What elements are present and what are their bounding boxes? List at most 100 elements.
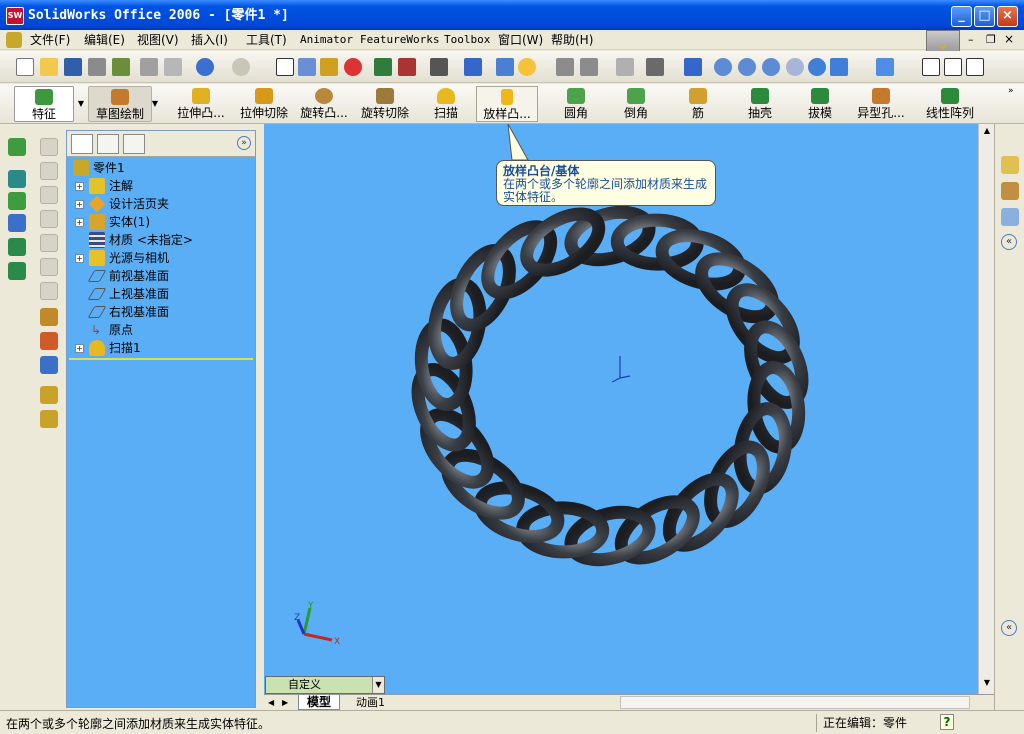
- traffic-light-icon[interactable]: [344, 58, 362, 76]
- tree-item-top-plane[interactable]: 上视基准面: [75, 285, 253, 303]
- shell-button[interactable]: 抽壳: [740, 86, 780, 122]
- print-icon[interactable]: [88, 58, 106, 76]
- options-icon[interactable]: [112, 58, 130, 76]
- sketch-mode-icon[interactable]: [8, 138, 26, 156]
- expand-pane-icon[interactable]: «: [1001, 620, 1017, 636]
- propertymanager-tab-icon[interactable]: [97, 134, 119, 154]
- tree-item-origin[interactable]: ↳ 原点: [75, 321, 253, 339]
- zoom-in-out-icon[interactable]: [762, 58, 780, 76]
- instant3d-icon[interactable]: [430, 58, 448, 76]
- maximize-button[interactable]: □: [974, 6, 995, 27]
- collapse-icon[interactable]: «: [1001, 234, 1017, 250]
- open-folder-icon[interactable]: [40, 58, 58, 76]
- design-library-icon[interactable]: [1001, 182, 1019, 200]
- new-document-icon[interactable]: [16, 58, 34, 76]
- brick-icon[interactable]: [398, 58, 416, 76]
- doc-restore-button[interactable]: ❐: [986, 33, 996, 46]
- configurationmanager-tab-icon[interactable]: [123, 134, 145, 154]
- plane-icon[interactable]: [40, 234, 58, 252]
- zoom-fit-icon[interactable]: [714, 58, 732, 76]
- pan-icon[interactable]: [830, 58, 848, 76]
- rotate-icon[interactable]: [808, 58, 826, 76]
- plane-icon[interactable]: [40, 258, 58, 276]
- help-icon[interactable]: ?: [940, 714, 954, 730]
- home-icon[interactable]: [1001, 156, 1019, 174]
- close-button[interactable]: ×: [997, 6, 1018, 27]
- document-icon[interactable]: [6, 32, 22, 48]
- featuremanager-tab-icon[interactable]: [71, 134, 93, 154]
- grid-icon[interactable]: [374, 58, 392, 76]
- file-explorer-icon[interactable]: [1001, 208, 1019, 226]
- menu-window[interactable]: 窗口(W): [494, 32, 547, 48]
- horizontal-scrollbar[interactable]: [620, 696, 970, 709]
- solidworks-app-icon[interactable]: SW: [6, 7, 24, 25]
- save-icon[interactable]: [64, 58, 82, 76]
- lofted-boss-button[interactable]: 放样凸...: [476, 86, 538, 122]
- reference-point-icon[interactable]: [40, 356, 58, 374]
- tab-features[interactable]: 特征: [14, 86, 74, 122]
- fillet-button[interactable]: 圆角: [556, 86, 596, 122]
- expand-icon[interactable]: +: [75, 254, 84, 263]
- minimize-button[interactable]: _: [951, 6, 972, 27]
- edit-sketch-icon[interactable]: [40, 308, 58, 326]
- plane-icon[interactable]: [40, 210, 58, 228]
- wireframe-icon[interactable]: [966, 58, 984, 76]
- tree-item-design-binder[interactable]: + 设计活页夹: [75, 195, 253, 213]
- rebuild-icon[interactable]: [320, 58, 338, 76]
- rectangle-icon[interactable]: [8, 170, 26, 188]
- sweep-button[interactable]: 扫描: [428, 86, 464, 122]
- tree-item-lights-cameras[interactable]: + 光源与相机: [75, 249, 253, 267]
- zoom-selection-icon[interactable]: [786, 58, 804, 76]
- offset-entities-icon[interactable]: [40, 410, 58, 428]
- extruded-boss-button[interactable]: 拉伸凸...: [172, 86, 230, 122]
- zoom-area-icon[interactable]: [738, 58, 756, 76]
- hidden-lines-icon[interactable]: [944, 58, 962, 76]
- tab-scroll-left-icon[interactable]: ◀: [268, 696, 280, 709]
- select-other-icon[interactable]: [298, 58, 316, 76]
- select-arrow-icon[interactable]: [276, 58, 294, 76]
- add-relation-icon[interactable]: [40, 332, 58, 350]
- chamfer-button[interactable]: 倒角: [616, 86, 656, 122]
- tab-sketch[interactable]: 草图绘制: [88, 86, 152, 122]
- collapse-icon[interactable]: »: [237, 136, 251, 150]
- draft-button[interactable]: 拔模: [802, 86, 838, 122]
- screen-capture-icon[interactable]: [556, 58, 574, 76]
- tab-scroll-right-icon[interactable]: ▶: [282, 696, 294, 709]
- menu-animator[interactable]: Animator: [296, 32, 357, 48]
- linear-pattern-button[interactable]: 线性阵列: [922, 86, 978, 122]
- expand-icon[interactable]: [616, 58, 634, 76]
- menu-toolbox[interactable]: Toolbox: [440, 32, 494, 48]
- hole-wizard-button[interactable]: 异型孔...: [852, 86, 910, 122]
- menu-file[interactable]: 文件(F): [26, 32, 74, 48]
- extruded-cut-button[interactable]: 拉伸切除: [236, 86, 292, 122]
- curve-icon[interactable]: [8, 238, 26, 256]
- helix-icon[interactable]: [8, 262, 26, 280]
- check-icon[interactable]: [646, 58, 664, 76]
- plane-icon[interactable]: [40, 186, 58, 204]
- rib-button[interactable]: 筋: [682, 86, 714, 122]
- help-icon[interactable]: [518, 58, 536, 76]
- expand-icon[interactable]: +: [75, 218, 84, 227]
- tree-item-material[interactable]: 材质 <未指定>: [75, 231, 253, 249]
- line-icon[interactable]: [8, 192, 26, 210]
- chevron-down-icon[interactable]: ▼: [150, 86, 160, 122]
- doc-close-button[interactable]: ×: [1004, 32, 1014, 46]
- scroll-up-icon[interactable]: ▲: [981, 126, 993, 138]
- tree-item-annotations[interactable]: + 注解: [75, 177, 253, 195]
- rollback-bar[interactable]: [69, 358, 253, 360]
- video-capture-icon[interactable]: [580, 58, 598, 76]
- tab-model[interactable]: 模型: [298, 695, 341, 710]
- magnify-icon[interactable]: [164, 58, 182, 76]
- menu-featureworks[interactable]: FeatureWorks: [356, 32, 443, 48]
- undo-icon[interactable]: [196, 58, 214, 76]
- menu-view[interactable]: 视图(V): [133, 32, 183, 48]
- doc-minimize-button[interactable]: –: [968, 33, 974, 46]
- measure-icon[interactable]: [464, 58, 482, 76]
- chevron-down-icon[interactable]: ▼: [76, 86, 86, 122]
- plane-icon[interactable]: [40, 282, 58, 300]
- plane-icon[interactable]: [40, 138, 58, 156]
- menu-edit[interactable]: 编辑(E): [80, 32, 129, 48]
- shaded-view-icon[interactable]: [922, 58, 940, 76]
- expand-icon[interactable]: +: [75, 182, 84, 191]
- redo-icon[interactable]: [232, 58, 250, 76]
